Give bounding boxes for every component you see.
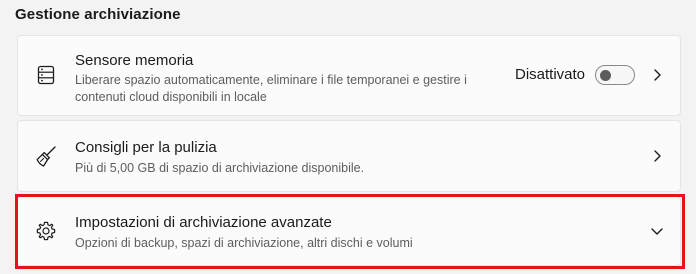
gear-icon — [35, 220, 57, 242]
section-title: Gestione archiviazione — [15, 6, 181, 23]
storage-drive-icon — [35, 64, 57, 86]
cleanup-recommendations-card[interactable]: Consigli per la pulizia Più di 5,00 GB d… — [17, 120, 681, 192]
chevron-down-icon — [649, 223, 665, 239]
toggle-knob — [600, 69, 611, 81]
broom-icon — [35, 145, 57, 167]
chevron-right-icon — [649, 148, 665, 164]
cleanup-recommendations-description: Più di 5,00 GB di spazio di archiviazion… — [75, 161, 365, 175]
cleanup-recommendations-title: Consigli per la pulizia — [75, 139, 217, 156]
storage-sense-title: Sensore memoria — [75, 52, 194, 69]
storage-sense-card[interactable]: Sensore memoria Liberare spazio automati… — [17, 35, 681, 116]
advanced-storage-settings-card[interactable]: Impostazioni di archiviazione avanzate O… — [17, 196, 681, 266]
advanced-storage-settings-title: Impostazioni di archiviazione avanzate — [75, 214, 332, 231]
storage-sense-description-line1: Liberare spazio automaticamente, elimina… — [75, 73, 467, 87]
storage-sense-description: Liberare spazio automaticamente, elimina… — [75, 72, 467, 106]
storage-sense-status: Disattivato — [515, 66, 586, 83]
advanced-storage-settings-description: Opzioni di backup, spazi di archiviazion… — [75, 236, 413, 250]
storage-sense-toggle[interactable] — [595, 65, 635, 85]
chevron-right-icon — [649, 67, 665, 83]
storage-sense-description-line2: contenuti cloud disponibili in locale — [75, 90, 267, 104]
